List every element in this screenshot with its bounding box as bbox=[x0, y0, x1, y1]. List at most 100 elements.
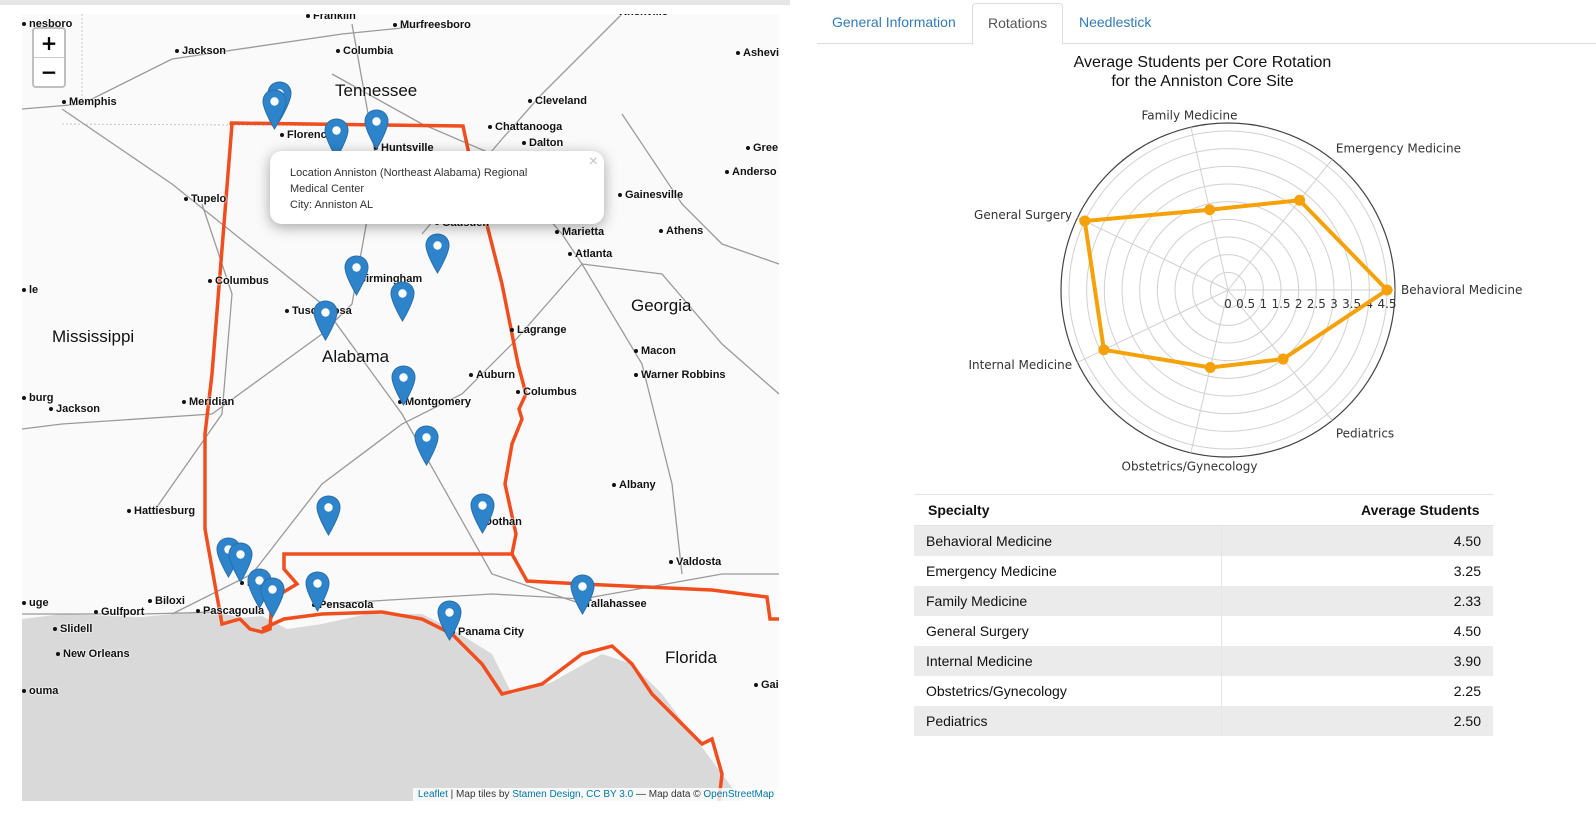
specialty-table: Specialty Average Students Behavioral Me… bbox=[914, 494, 1495, 736]
radar-data-point bbox=[1294, 194, 1306, 206]
city-label: Jackson bbox=[49, 403, 100, 415]
location-popup: Location Anniston (Northeast Alabama) Re… bbox=[270, 151, 604, 224]
radar-axis-label: Emergency Medicine bbox=[1336, 142, 1461, 156]
radar-spoke bbox=[1077, 217, 1229, 291]
city-label: Columbus bbox=[208, 275, 269, 287]
city-label: Anderso bbox=[725, 166, 777, 178]
table-row: General Surgery 4.50 bbox=[914, 616, 1495, 646]
average-students-cell: 2.25 bbox=[1221, 676, 1495, 706]
city-label: Cleveland bbox=[528, 95, 587, 107]
region-label: Mississippi bbox=[52, 327, 135, 346]
radar-axis-label: Pediatrics bbox=[1336, 426, 1394, 440]
popup-close-button[interactable]: × bbox=[589, 153, 598, 171]
radar-spoke bbox=[1227, 159, 1333, 291]
average-students-cell: 4.50 bbox=[1221, 616, 1495, 646]
tab-rotations[interactable]: Rotations bbox=[972, 3, 1064, 45]
radar-tick-label: 3 bbox=[1330, 297, 1338, 311]
average-students-cell: 4.50 bbox=[1221, 525, 1495, 556]
city-label: le bbox=[22, 284, 38, 296]
tab-needlestick[interactable]: Needlestick bbox=[1064, 3, 1166, 42]
map-top-border bbox=[0, 0, 790, 5]
chart-title: Average Students per Core Rotation bbox=[1073, 54, 1332, 71]
radar-data-point bbox=[1277, 353, 1289, 365]
city-label: burg bbox=[22, 392, 53, 404]
radar-tick-label: 1.5 bbox=[1271, 297, 1290, 311]
city-label: Auburn bbox=[469, 369, 515, 381]
city-label: Columbus bbox=[516, 386, 577, 398]
average-students-cell: 2.50 bbox=[1221, 706, 1495, 736]
city-label: Albany bbox=[612, 479, 656, 491]
city-label: Athens bbox=[659, 225, 703, 237]
location-marker-icon[interactable] bbox=[344, 255, 369, 296]
specialty-cell: Family Medicine bbox=[914, 586, 1222, 616]
location-marker-icon[interactable] bbox=[313, 300, 338, 341]
radar-data-point bbox=[1204, 362, 1216, 374]
city-label: Macon bbox=[634, 345, 676, 357]
location-marker-icon[interactable] bbox=[414, 425, 439, 466]
radar-axis-label: Internal Medicine bbox=[968, 358, 1072, 372]
table-row: Family Medicine 2.33 bbox=[914, 586, 1495, 616]
region-label: Florida bbox=[665, 648, 717, 667]
tab-bar: General Information Rotations Needlestic… bbox=[817, 0, 1596, 45]
radar-data-point bbox=[1204, 204, 1216, 216]
location-marker-icon[interactable] bbox=[262, 89, 287, 130]
attribution-text: — Map data © bbox=[633, 789, 704, 800]
tab-general-information[interactable]: General Information bbox=[817, 3, 971, 42]
region-label: Georgia bbox=[631, 296, 692, 315]
leaflet-link[interactable]: Leaflet bbox=[418, 789, 448, 800]
region-label: Tennessee bbox=[335, 81, 418, 100]
location-marker-icon[interactable] bbox=[316, 495, 341, 536]
average-students-cell: 3.90 bbox=[1221, 646, 1495, 676]
specialty-cell: Obstetrics/Gynecology bbox=[914, 676, 1222, 706]
location-marker-icon[interactable] bbox=[260, 577, 285, 618]
city-label: Franklin bbox=[306, 14, 356, 22]
city-label: New Orleans bbox=[56, 648, 130, 660]
city-label: Dalton bbox=[522, 137, 563, 149]
table-header-row: Specialty Average Students bbox=[914, 494, 1494, 526]
column-header-specialty[interactable]: Specialty bbox=[914, 494, 1222, 526]
average-students-cell: 2.33 bbox=[1221, 586, 1495, 616]
city-label: Memphis bbox=[62, 96, 117, 108]
popup-line: Location Anniston (Northeast Alabama) Re… bbox=[290, 167, 528, 179]
city-label: Tupelo bbox=[184, 193, 226, 205]
city-label: Jackson bbox=[175, 45, 226, 57]
attribution-text: | Map tiles by bbox=[447, 789, 513, 800]
table-row: Internal Medicine 3.90 bbox=[914, 646, 1495, 676]
radar-tick-label: 2 bbox=[1295, 297, 1303, 311]
table-row: Behavioral Medicine 4.50 bbox=[914, 525, 1495, 556]
column-header-average-students[interactable]: Average Students bbox=[1221, 494, 1494, 526]
city-label: Columbia bbox=[336, 45, 393, 57]
city-label: Slidell bbox=[53, 623, 92, 635]
location-marker-icon[interactable] bbox=[425, 233, 450, 274]
location-marker-icon[interactable] bbox=[470, 493, 495, 534]
city-label: Lagrange bbox=[510, 324, 567, 336]
radar-tick-label: 2.5 bbox=[1307, 297, 1326, 311]
zoom-out-button[interactable]: − bbox=[34, 58, 64, 86]
city-label: Gree bbox=[746, 142, 778, 154]
osm-link[interactable]: OpenStreetMap bbox=[703, 789, 774, 800]
location-marker-icon[interactable] bbox=[364, 109, 389, 150]
table-row: Obstetrics/Gynecology 2.25 bbox=[914, 676, 1495, 706]
radar-axis-label: Family Medicine bbox=[1141, 108, 1237, 122]
zoom-in-button[interactable]: + bbox=[34, 29, 64, 58]
location-marker-icon[interactable] bbox=[305, 571, 330, 612]
chart-subtitle: for the Anniston Core Site bbox=[1111, 73, 1294, 90]
stamen-link[interactable]: Stamen Design, CC BY 3.0 bbox=[512, 789, 633, 800]
location-marker-icon[interactable] bbox=[390, 281, 415, 322]
city-label: Meridian bbox=[182, 396, 234, 408]
popup-line: Medical Center bbox=[290, 183, 364, 195]
location-marker-icon[interactable] bbox=[570, 574, 595, 615]
city-label: Atlanta bbox=[568, 248, 612, 260]
city-label: ouma bbox=[22, 685, 58, 697]
specialty-cell: Internal Medicine bbox=[914, 646, 1222, 676]
city-label: Chattanooga bbox=[488, 121, 562, 133]
map[interactable]: Franklin Murfreesboro Knoxville Jackson Colu… bbox=[22, 14, 779, 801]
location-marker-icon[interactable] bbox=[437, 600, 462, 641]
location-marker-icon[interactable] bbox=[391, 365, 416, 406]
radar-axis-label: Obstetrics/Gynecology bbox=[1122, 460, 1258, 474]
city-label: Gulfport bbox=[94, 606, 144, 618]
table-row: Pediatrics 2.50 bbox=[914, 706, 1495, 736]
radar-data-point bbox=[1098, 344, 1110, 356]
average-students-cell: 3.25 bbox=[1221, 556, 1495, 586]
specialty-cell: Behavioral Medicine bbox=[914, 525, 1222, 556]
